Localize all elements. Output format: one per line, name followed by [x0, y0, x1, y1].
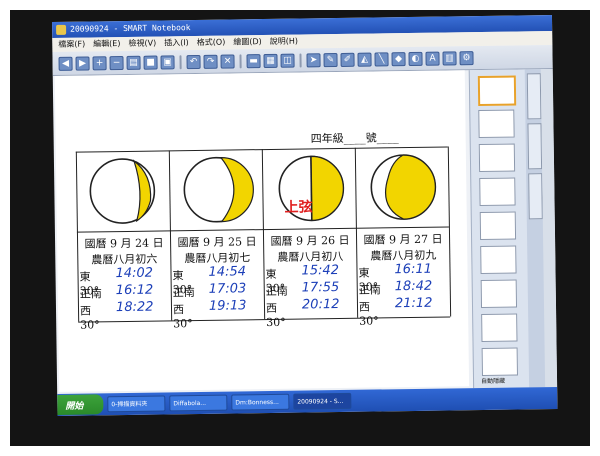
toolbar-divider — [179, 54, 182, 69]
line-icon[interactable]: ╲ — [374, 51, 389, 66]
eraser-icon[interactable]: ◭ — [357, 52, 372, 67]
forward-icon[interactable]: ▶ — [75, 55, 90, 71]
taskbar-item[interactable]: Diffabola... — [169, 394, 228, 412]
worksheet-heading: 四年級____號____ — [310, 131, 399, 146]
menu-format[interactable]: 格式(O) — [197, 36, 226, 50]
west-time: 18:22 — [115, 299, 154, 316]
south-label: 正南 — [79, 287, 102, 301]
whiteboard-canvas[interactable]: 四年級____號____ 上弦 國曆 9 月 24 日 農曆八月初六 東 30°… — [54, 70, 470, 392]
start-button[interactable]: 開始 — [57, 394, 104, 415]
moon-phase-day-9 — [370, 154, 437, 220]
taskbar-item[interactable]: 0-掃描資料夾 — [107, 395, 166, 413]
notebook-window: 20090924 - SMART Notebook 檔案(F) 編輯(E) 檢視… — [52, 15, 558, 416]
menu-view[interactable]: 檢視(V) — [128, 37, 156, 51]
open-icon[interactable]: ▤ — [126, 55, 141, 70]
toolbar-divider — [239, 53, 242, 68]
west-label: 西 30° — [265, 301, 286, 330]
creative-pen-icon[interactable]: ✐ — [340, 52, 355, 67]
east-time: 14:02 — [115, 265, 154, 282]
properties-icon[interactable]: ▥ — [442, 50, 457, 66]
menu-edit[interactable]: 編輯(E) — [93, 37, 120, 51]
south-label: 正南 — [265, 284, 288, 299]
west-time: 19:13 — [208, 298, 247, 314]
tab-page-sorter[interactable] — [526, 73, 542, 120]
toolbar-options-icon[interactable]: ⚙ — [459, 50, 474, 65]
taskbar: 開始 0-掃描資料夾 Diffabola... Dm:Bonness... 20… — [57, 386, 558, 416]
paste-icon[interactable]: ▣ — [160, 54, 175, 69]
menu-insert[interactable]: 插入(I) — [164, 36, 189, 50]
taskbar-item[interactable]: Dm:Bonness... — [231, 393, 290, 411]
page-thumbnail[interactable] — [479, 177, 516, 207]
south-time: 18:42 — [394, 278, 433, 295]
undo-icon[interactable]: ↶ — [186, 54, 201, 69]
first-quarter-label: 上弦 — [284, 199, 313, 216]
page-thumbnail[interactable] — [481, 313, 518, 343]
page-thumbnail[interactable] — [478, 109, 515, 139]
south-label: 正南 — [172, 286, 195, 300]
menu-file[interactable]: 檔案(F) — [58, 38, 85, 52]
delete-icon[interactable]: ✕ — [220, 53, 235, 69]
app-icon — [56, 24, 67, 35]
menu-help[interactable]: 說明(H) — [270, 35, 298, 49]
south-time: 16:12 — [115, 282, 154, 299]
south-label: 正南 — [358, 283, 381, 297]
screen-shade-icon[interactable]: ▬ — [246, 53, 261, 68]
page-thumbnail[interactable] — [477, 75, 517, 107]
page-thumbnail[interactable] — [480, 245, 517, 275]
moon-phase-day-7 — [183, 156, 254, 223]
east-time: 14:54 — [208, 264, 247, 280]
moon-phase-day-6 — [89, 158, 156, 224]
text-icon[interactable]: A — [425, 51, 440, 66]
west-label: 西 30° — [358, 300, 379, 328]
east-time: 16:11 — [394, 261, 433, 278]
page-thumbnail[interactable] — [479, 211, 517, 241]
save-icon[interactable]: ■ — [143, 55, 158, 70]
west-time: 20:12 — [301, 297, 340, 313]
date-label: 國曆 9 月 25 日 — [177, 235, 257, 250]
date-label: 國曆 9 月 26 日 — [270, 233, 350, 248]
south-time: 17:55 — [301, 280, 340, 296]
menu-draw[interactable]: 繪圖(D) — [233, 35, 262, 49]
date-label: 國曆 9 月 27 日 — [363, 232, 443, 247]
tab-gallery[interactable] — [527, 123, 543, 170]
south-time: 17:03 — [208, 281, 247, 297]
tab-attachments[interactable] — [528, 173, 543, 220]
add-page-icon[interactable]: + — [92, 55, 107, 70]
page-sorter-panel — [468, 69, 531, 389]
monitor-bezel: 20090924 - SMART Notebook 檔案(F) 編輯(E) 檢視… — [10, 10, 590, 446]
west-label: 西 30° — [172, 303, 193, 331]
redo-icon[interactable]: ↷ — [203, 54, 218, 69]
window-title: 20090924 - SMART Notebook — [70, 23, 191, 34]
west-time: 21:12 — [394, 295, 433, 312]
page-thumbnail[interactable] — [478, 143, 516, 173]
auto-hide-checkbox[interactable]: 自動隱藏 — [481, 376, 505, 385]
capture-icon[interactable]: ◫ — [280, 53, 295, 68]
east-time: 15:42 — [301, 263, 340, 279]
west-label: 西 30° — [79, 304, 100, 332]
full-screen-icon[interactable]: ▦ — [263, 53, 278, 68]
pen-icon[interactable]: ✎ — [323, 52, 338, 67]
page-thumbnail[interactable] — [480, 279, 518, 309]
taskbar-item[interactable]: 20090924 - S... — [293, 392, 352, 410]
toolbar-divider — [299, 53, 302, 68]
select-arrow-icon[interactable]: ➤ — [306, 52, 321, 67]
date-label: 國曆 9 月 24 日 — [84, 236, 164, 251]
delete-page-icon[interactable]: − — [109, 55, 124, 70]
shape-icon[interactable]: ◆ — [391, 51, 406, 66]
fill-icon[interactable]: ◐ — [408, 51, 423, 66]
page-thumbnail[interactable] — [481, 347, 518, 377]
back-icon[interactable]: ◀ — [58, 56, 73, 71]
